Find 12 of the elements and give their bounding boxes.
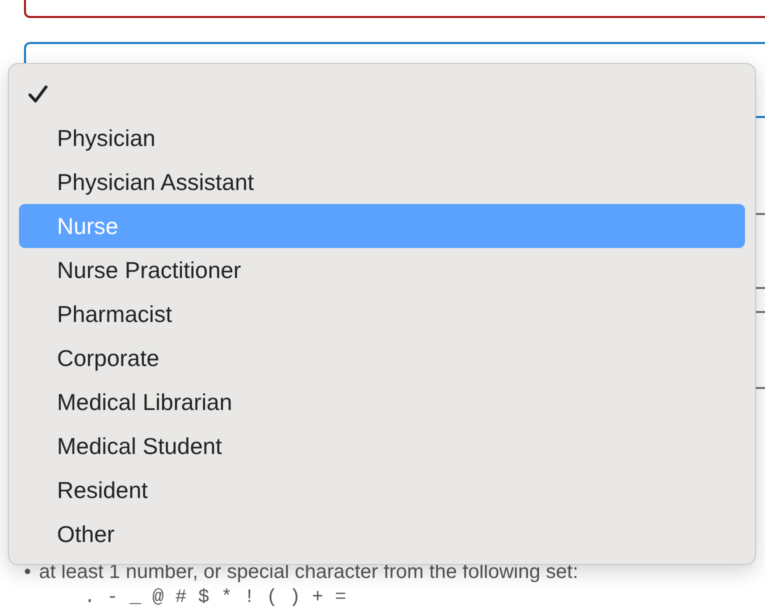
menu-item[interactable]: Nurse Practitioner bbox=[19, 248, 745, 292]
menu-item[interactable]: Physician bbox=[19, 116, 745, 160]
menu-item[interactable]: Medical Librarian bbox=[19, 380, 745, 424]
bullet: • bbox=[24, 561, 32, 584]
menu-item[interactable]: Pharmacist bbox=[19, 292, 745, 336]
menu-item[interactable]: Physician Assistant bbox=[19, 160, 745, 204]
menu-item[interactable]: Medical Student bbox=[19, 424, 745, 468]
special-characters: . - _ @ # $ * ! ( ) + = bbox=[83, 586, 348, 608]
rule-text: at least 1 number, or special character from the following set: bbox=[39, 561, 578, 584]
menu-item[interactable]: Other bbox=[19, 512, 745, 556]
menu-item[interactable]: Resident bbox=[19, 468, 745, 512]
menu-item[interactable]: Corporate bbox=[19, 336, 745, 380]
